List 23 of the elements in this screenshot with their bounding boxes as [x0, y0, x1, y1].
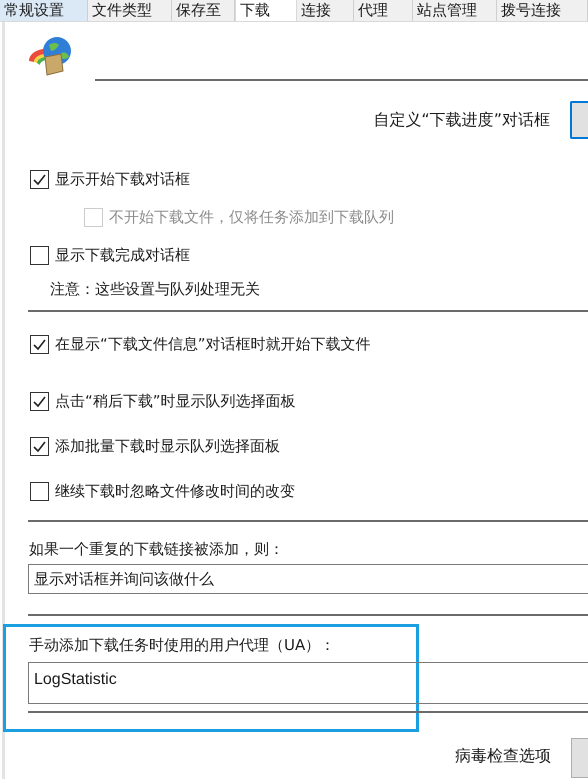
- checkbox[interactable]: [30, 170, 49, 188]
- checkbox[interactable]: [30, 246, 49, 264]
- checkbox[interactable]: [30, 392, 49, 411]
- checkbox-label: 继续下载时忽略文件修改时间的改变: [55, 481, 295, 502]
- dialog-customize-label: 自定义“下载进度”对话框: [373, 109, 550, 131]
- checkbox-label: 显示开始下载对话框: [55, 168, 190, 190]
- checkbox[interactable]: [30, 437, 49, 456]
- checkbox-label: 不开始下载文件，仅将任务添加到下载队列: [109, 206, 394, 228]
- tab[interactable]: 常规设置: [0, 0, 88, 21]
- user-agent-field[interactable]: LogStatistic: [28, 662, 588, 704]
- user-agent-label: 手动添加下载任务时使用的用户代理（UA）：: [29, 635, 336, 656]
- checkbox[interactable]: [30, 335, 49, 354]
- note-text: 注意：这些设置与队列处理无关: [50, 278, 261, 300]
- virus-check-label: 病毒检查选项: [455, 745, 551, 767]
- duplicate-action-dropdown[interactable]: 显示对话框并询问该做什么: [28, 564, 588, 594]
- checkbox-label: 在显示“下载文件信息”对话框时就开始下载文件: [55, 334, 371, 356]
- tab[interactable]: 下载: [235, 0, 297, 21]
- checkbox-label: 点击“稍后下载”时显示队列选择面板: [55, 391, 296, 412]
- checkbox-label: 添加批量下载时显示队列选择面板: [55, 436, 280, 458]
- checkbox-label: 显示下载完成对话框: [55, 244, 190, 266]
- duplicate-link-label: 如果一个重复的下载链接被添加，则：: [29, 539, 285, 560]
- checkbox[interactable]: [30, 482, 49, 501]
- customize-button[interactable]: [570, 101, 588, 139]
